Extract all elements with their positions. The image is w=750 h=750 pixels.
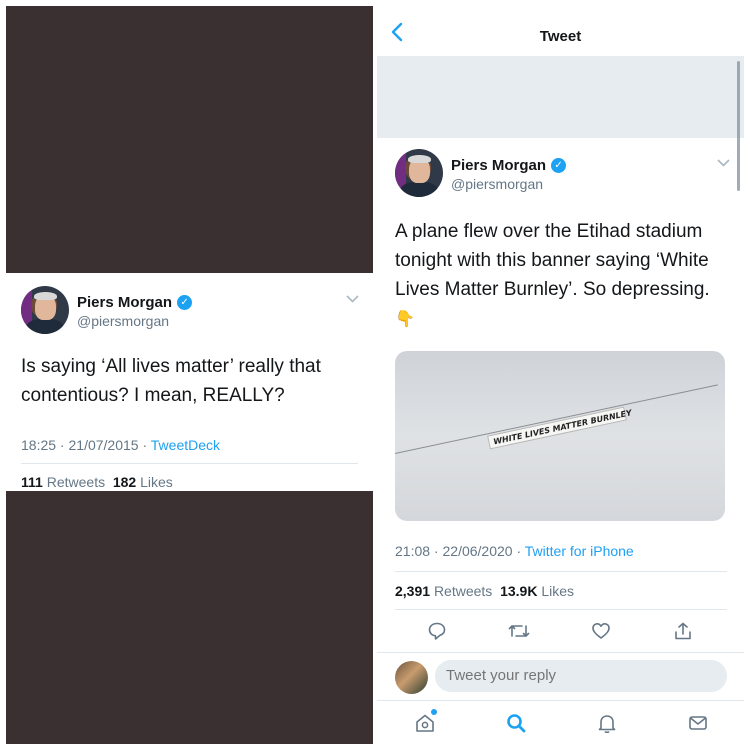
header-gray-band: [377, 56, 744, 138]
reply-icon[interactable]: [422, 616, 452, 646]
search-icon[interactable]: [502, 709, 530, 737]
tweet-stats: 2,391 Retweets 13.9K Likes: [395, 583, 574, 599]
page-title: Tweet: [539, 28, 582, 45]
avatar[interactable]: [395, 661, 428, 694]
notifications-icon[interactable]: [593, 709, 621, 737]
retweet-icon[interactable]: [504, 616, 534, 646]
author-handle[interactable]: @piersmorgan: [451, 176, 543, 192]
tweet-text: A plane flew over the Etihad stadium ton…: [395, 217, 735, 334]
tweet-source-link[interactable]: Twitter for iPhone: [525, 543, 634, 559]
tweet-date: 21/07/2015: [68, 437, 139, 453]
verified-badge-icon: ✓: [551, 158, 567, 173]
left-tweet-card[interactable]: Piers Morgan ✓ @piersmorgan Is saying ‘A…: [6, 273, 373, 491]
tweet-photo[interactable]: WHITE LIVES MATTER BURNLEY: [395, 351, 725, 521]
messages-icon[interactable]: [684, 709, 712, 737]
tweet-time: 18:25: [21, 437, 57, 453]
share-icon[interactable]: [668, 616, 698, 646]
divider: [395, 571, 727, 572]
likes-stat[interactable]: 182 Likes: [113, 474, 173, 490]
author-name-row[interactable]: Piers Morgan ✓: [451, 157, 567, 174]
tweet-actions: [377, 616, 744, 648]
tweet-meta: 18:25 · 21/07/2015 · TweetDeck: [21, 437, 221, 453]
author-name-row[interactable]: Piers Morgan ✓: [77, 294, 193, 311]
tab-bar: [377, 700, 744, 744]
tweet-stats: 111 Retweets 182 Likes: [21, 474, 173, 490]
author-handle[interactable]: @piersmorgan: [77, 313, 169, 329]
tweet-text: Is saying ‘All lives matter’ really that…: [21, 356, 321, 406]
nav-bar: Tweet: [377, 6, 744, 56]
retweets-stat[interactable]: 2,391 Retweets: [395, 583, 492, 599]
pointing-down-emoji: 👇: [395, 311, 415, 328]
avatar[interactable]: [395, 149, 443, 197]
like-icon[interactable]: [586, 616, 616, 646]
chevron-down-icon[interactable]: [717, 159, 730, 167]
likes-stat[interactable]: 13.9K Likes: [500, 583, 574, 599]
tow-line: [395, 384, 718, 454]
right-panel: Tweet Piers Morgan ✓ @piersmorgan A plan…: [377, 6, 744, 744]
tweet-time: 21:08: [395, 543, 431, 559]
scrollbar[interactable]: [737, 61, 740, 191]
avatar[interactable]: [21, 286, 69, 334]
tweet-date: 22/06/2020: [442, 543, 513, 559]
retweets-stat[interactable]: 111 Retweets: [21, 474, 105, 490]
reply-area: [377, 652, 744, 698]
verified-badge-icon: ✓: [177, 295, 193, 310]
tweet-meta: 21:08 · 22/06/2020 · Twitter for iPhone: [395, 543, 634, 559]
tweet-body: A plane flew over the Etihad stadium ton…: [395, 221, 710, 300]
tweet-source-link[interactable]: TweetDeck: [151, 437, 220, 453]
home-icon[interactable]: [411, 709, 439, 737]
author-name[interactable]: Piers Morgan: [451, 157, 546, 174]
reply-input[interactable]: [435, 660, 727, 692]
author-name[interactable]: Piers Morgan: [77, 294, 172, 311]
chevron-down-icon[interactable]: [346, 295, 359, 303]
left-panel: Piers Morgan ✓ @piersmorgan Is saying ‘A…: [6, 6, 373, 744]
divider: [395, 609, 727, 610]
divider: [21, 463, 358, 464]
